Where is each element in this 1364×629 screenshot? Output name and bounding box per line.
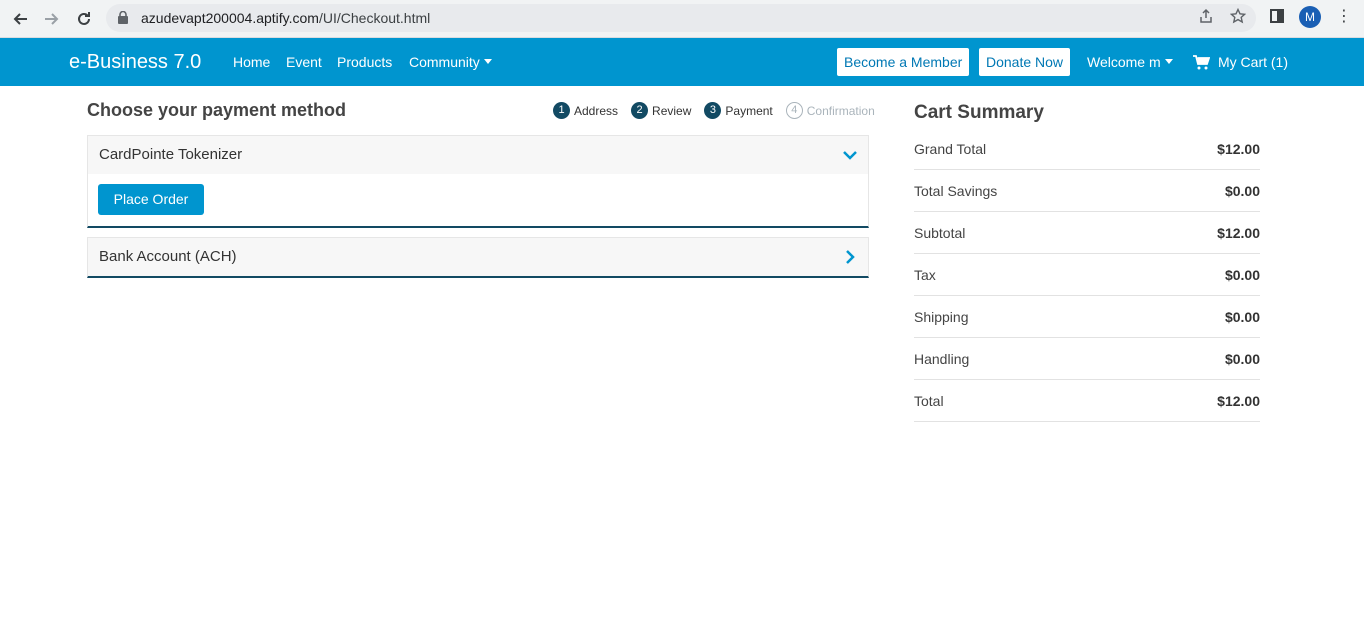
- summary-label: Subtotal: [914, 224, 966, 241]
- step-number: 2: [631, 102, 649, 119]
- browser-menu-icon[interactable]: ⋮: [1336, 6, 1352, 28]
- place-order-button[interactable]: Place Order: [98, 184, 204, 215]
- summary-label: Grand Total: [914, 140, 987, 157]
- donate-now-button[interactable]: Donate Now: [979, 48, 1071, 76]
- nav-products[interactable]: Products: [337, 54, 392, 70]
- cart-summary: Grand Total $12.00 Total Savings $0.00 Sub…: [914, 128, 1260, 422]
- summary-label: Handling: [914, 350, 970, 367]
- panel-body-cardpointe: Place Order: [88, 174, 868, 226]
- welcome-menu[interactable]: Welcome m: [1087, 54, 1173, 70]
- browser-toolbar: azudevapt200004.aptify.com/UI/Checkout.h…: [0, 0, 1364, 38]
- panel-header-ach[interactable]: Bank Account (ACH): [88, 238, 868, 276]
- reload-icon[interactable]: [72, 7, 96, 31]
- summary-row-grand-total: Grand Total $12.00: [914, 128, 1260, 170]
- payment-panel-ach: Bank Account (ACH): [87, 237, 869, 278]
- step-label: Payment: [725, 103, 773, 118]
- panel-header-cardpointe[interactable]: CardPointe Tokenizer: [88, 136, 868, 174]
- summary-row-total: Total $12.00: [914, 380, 1260, 422]
- nav-home[interactable]: Home: [233, 54, 270, 70]
- summary-row-total-savings: Total Savings $0.00: [914, 170, 1260, 212]
- step-payment: 3 Payment: [704, 102, 773, 119]
- panel-title: Bank Account (ACH): [99, 248, 237, 265]
- step-confirmation: 4 Confirmation: [785, 102, 875, 119]
- step-review: 2 Review: [631, 102, 691, 119]
- summary-row-subtotal: Subtotal $12.00: [914, 212, 1260, 254]
- summary-label: Shipping: [914, 308, 969, 325]
- summary-value: $0.00: [1224, 350, 1260, 367]
- summary-row-handling: Handling $0.00: [914, 338, 1260, 380]
- summary-value: $12.00: [1217, 224, 1260, 241]
- step-label: Address: [574, 103, 619, 118]
- nav-community[interactable]: Community: [409, 54, 492, 70]
- chevron-right-icon[interactable]: [842, 249, 858, 265]
- summary-value: $0.00: [1224, 266, 1260, 283]
- cart-icon: [1193, 54, 1210, 69]
- profile-avatar[interactable]: M: [1299, 6, 1321, 28]
- summary-row-tax: Tax $0.00: [914, 254, 1260, 296]
- url-text: azudevapt200004.aptify.com/UI/Checkout.h…: [141, 10, 431, 26]
- step-label: Confirmation: [806, 103, 875, 118]
- lock-icon: [118, 11, 128, 24]
- chevron-down-icon: [483, 59, 492, 64]
- become-member-button[interactable]: Become a Member: [837, 48, 970, 76]
- step-number: 1: [553, 102, 570, 119]
- step-number: 3: [704, 102, 722, 119]
- summary-label: Tax: [914, 266, 936, 283]
- page-title: Choose your payment method: [87, 100, 347, 120]
- my-cart-link[interactable]: My Cart (1): [1193, 54, 1288, 70]
- brand-logo[interactable]: e-Business 7.0: [69, 51, 201, 74]
- back-arrow-icon[interactable]: [8, 7, 32, 31]
- nav-event[interactable]: Event: [286, 54, 322, 70]
- site-navbar: e-Business 7.0 Home Event Products Commu…: [0, 38, 1364, 86]
- summary-value: $0.00: [1224, 308, 1260, 325]
- step-label: Review: [652, 103, 692, 118]
- step-number: 4: [785, 102, 803, 119]
- summary-row-shipping: Shipping $0.00: [914, 296, 1260, 338]
- summary-value: $12.00: [1217, 392, 1260, 409]
- welcome-label: Welcome m: [1087, 54, 1161, 70]
- summary-value: $0.00: [1224, 182, 1260, 199]
- summary-label: Total Savings: [914, 182, 998, 199]
- summary-label: Total: [914, 392, 944, 409]
- checkout-steps: 1 Address 2 Review 3 Payment 4 Confirmation: [553, 102, 875, 119]
- chevron-down-icon[interactable]: [842, 147, 858, 163]
- bookmark-star-icon[interactable]: [1228, 7, 1248, 28]
- forward-arrow-icon[interactable]: [40, 7, 64, 31]
- payment-panel-cardpointe: CardPointe Tokenizer Place Order: [87, 135, 869, 228]
- side-panel-icon[interactable]: [1270, 9, 1284, 23]
- summary-value: $12.00: [1217, 140, 1260, 157]
- chevron-down-icon: [1164, 59, 1173, 64]
- panel-title: CardPointe Tokenizer: [99, 146, 243, 163]
- cart-label: My Cart (1): [1218, 54, 1288, 70]
- address-bar[interactable]: azudevapt200004.aptify.com/UI/Checkout.h…: [106, 4, 1256, 32]
- step-address: 1 Address: [553, 102, 618, 119]
- cart-summary-title: Cart Summary: [914, 102, 1044, 123]
- nav-community-label: Community: [409, 54, 480, 70]
- share-icon[interactable]: [1196, 8, 1216, 28]
